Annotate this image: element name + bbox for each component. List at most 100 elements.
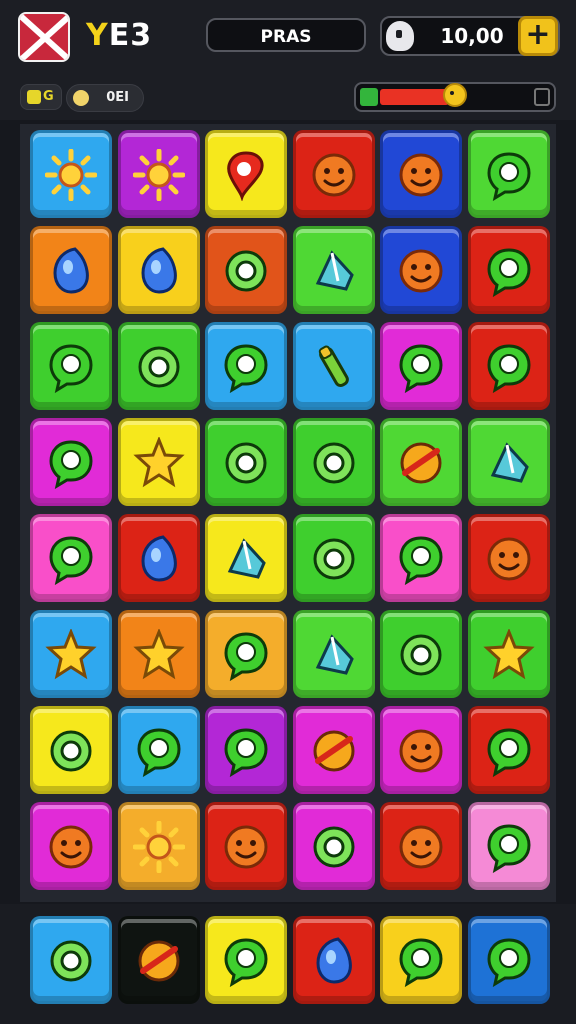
ring-icon <box>50 730 92 772</box>
add-coins-button[interactable]: + <box>518 16 558 56</box>
board-tile[interactable] <box>467 418 550 506</box>
board-tile[interactable] <box>380 322 462 410</box>
board-tile[interactable] <box>30 226 112 314</box>
booster-badge[interactable]: G <box>20 84 62 110</box>
bubble-icon <box>486 938 531 987</box>
board-tile[interactable] <box>30 130 112 218</box>
face-icon <box>487 537 530 581</box>
board-tile[interactable] <box>205 802 287 890</box>
board-tile[interactable] <box>380 802 462 890</box>
level-label[interactable]: PRAS <box>206 18 366 52</box>
board-tile[interactable] <box>117 514 200 602</box>
face-icon <box>224 825 268 869</box>
board-tile[interactable] <box>467 706 550 794</box>
board-tile[interactable] <box>117 802 200 890</box>
union-flag-icon[interactable] <box>18 12 70 62</box>
board-tile[interactable] <box>30 706 112 794</box>
tray-tile[interactable] <box>30 916 112 1004</box>
energy-marker-icon <box>443 83 467 107</box>
board-tile[interactable] <box>380 418 462 506</box>
logo-prefix: Y <box>86 18 109 53</box>
bubble-icon <box>224 938 268 987</box>
board-tile[interactable] <box>205 130 287 218</box>
coin-icon <box>73 90 89 106</box>
board-tile[interactable] <box>205 514 287 602</box>
board-tile[interactable] <box>292 130 375 218</box>
board-tile[interactable] <box>467 130 550 218</box>
board-tile[interactable] <box>467 802 550 890</box>
star-icon <box>45 629 97 680</box>
bubble-icon <box>49 440 93 489</box>
board-tile[interactable] <box>117 130 200 218</box>
board-tile[interactable] <box>292 322 375 410</box>
board-tile[interactable] <box>467 226 550 314</box>
board-tile[interactable] <box>117 322 200 410</box>
score-pill[interactable]: 0EI <box>66 84 144 112</box>
board-tile[interactable] <box>467 322 550 410</box>
board-tile[interactable] <box>117 226 200 314</box>
star-icon <box>132 629 185 680</box>
tray-tile[interactable] <box>117 916 200 1004</box>
score-pill-label: 0EI <box>106 90 129 105</box>
tray-tile[interactable] <box>292 916 375 1004</box>
board-tile[interactable] <box>205 610 287 698</box>
logo-text: E3 <box>108 18 153 53</box>
star-icon <box>482 629 535 680</box>
face-icon <box>49 825 93 869</box>
board-tile[interactable] <box>292 802 375 890</box>
ring-icon <box>313 538 354 580</box>
chest-icon[interactable] <box>534 88 550 106</box>
board-tile[interactable] <box>292 418 375 506</box>
tray-tile[interactable] <box>205 916 287 1004</box>
board-tile[interactable] <box>117 610 200 698</box>
coin-value: 10,00 <box>440 24 504 48</box>
ghost-icon <box>386 21 414 51</box>
board-tile[interactable] <box>292 706 375 794</box>
board-tile[interactable] <box>205 226 287 314</box>
board-tile[interactable] <box>205 418 287 506</box>
board-tile[interactable] <box>467 610 550 698</box>
board-tile[interactable] <box>292 610 375 698</box>
board-tile[interactable] <box>380 130 462 218</box>
bubble-icon <box>136 728 181 777</box>
coin-counter: 10,00 + <box>380 16 560 56</box>
board-tile[interactable] <box>205 322 287 410</box>
board-tile[interactable] <box>292 514 375 602</box>
board-tile[interactable] <box>30 610 112 698</box>
ring-icon <box>400 634 442 676</box>
leaf-icon <box>360 88 378 106</box>
board-tile[interactable] <box>205 706 287 794</box>
board-tile[interactable] <box>380 610 462 698</box>
gem-icon <box>227 538 266 579</box>
booster-icon <box>27 90 41 104</box>
ball-icon <box>313 730 354 772</box>
bubble-icon <box>224 632 268 681</box>
gem-icon <box>490 442 529 483</box>
board-tile[interactable] <box>30 322 112 410</box>
ring-icon <box>313 442 354 484</box>
board-tile[interactable] <box>30 514 112 602</box>
bubble-icon <box>486 344 531 393</box>
bubble-icon <box>224 728 268 777</box>
gem-icon <box>315 634 354 675</box>
board-tile[interactable] <box>292 226 375 314</box>
board-tile[interactable] <box>380 514 462 602</box>
tray-tile[interactable] <box>380 916 462 1004</box>
board-tile[interactable] <box>380 706 462 794</box>
tray-tile[interactable] <box>467 916 550 1004</box>
board-tile[interactable] <box>30 802 112 890</box>
board-tile[interactable] <box>117 418 200 506</box>
board-tile[interactable] <box>117 706 200 794</box>
pin-icon <box>227 151 264 201</box>
game-board <box>20 124 556 902</box>
ball-icon <box>400 442 442 484</box>
face-icon <box>399 729 443 773</box>
bubble-icon <box>224 344 268 393</box>
board-tile[interactable] <box>467 514 550 602</box>
bubble-icon <box>49 536 93 585</box>
sun-icon <box>132 821 185 873</box>
bubble-icon <box>486 824 531 873</box>
ring-icon <box>225 250 267 292</box>
board-tile[interactable] <box>380 226 462 314</box>
board-tile[interactable] <box>30 418 112 506</box>
